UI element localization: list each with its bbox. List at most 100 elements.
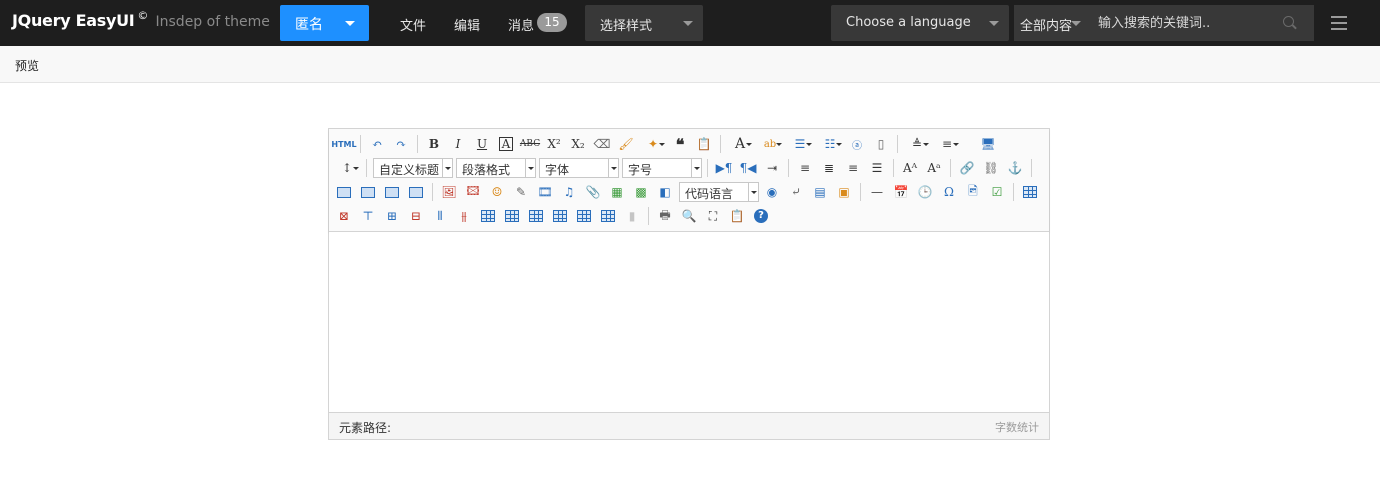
search-replace-icon[interactable]: ⛶ bbox=[703, 206, 723, 226]
paragraph-format-select[interactable]: 段落格式 bbox=[456, 158, 536, 178]
nav-item-edit[interactable]: 编辑 bbox=[454, 15, 480, 34]
template-icon[interactable]: ▤ bbox=[810, 182, 830, 202]
row-spacing-bottom-icon[interactable]: ≡ bbox=[934, 134, 960, 154]
map-icon[interactable]: ▦ bbox=[607, 182, 627, 202]
copyright-mark: © bbox=[137, 9, 149, 22]
anonymous-dropdown-button[interactable]: 匿名 bbox=[280, 5, 369, 41]
preview-icon[interactable]: 🔍 bbox=[679, 206, 699, 226]
clear-document-icon[interactable]: ▯ bbox=[871, 134, 891, 154]
search-input[interactable] bbox=[1090, 5, 1314, 41]
ordered-list-icon[interactable]: ☰ bbox=[787, 134, 813, 154]
split-to-rows-icon[interactable] bbox=[574, 206, 594, 226]
anchor-icon[interactable]: ⚓ bbox=[1005, 158, 1025, 178]
align-center-icon[interactable]: ≣ bbox=[819, 158, 839, 178]
delete-table-icon[interactable]: ⊠ bbox=[334, 206, 354, 226]
tab-preview[interactable]: 预览 bbox=[15, 57, 39, 74]
redo-icon[interactable]: ↷ bbox=[391, 134, 411, 154]
date-icon[interactable]: 📅 bbox=[891, 182, 911, 202]
highlight-color-icon[interactable]: ab bbox=[757, 134, 783, 154]
html-source-button[interactable]: HTML bbox=[331, 134, 356, 154]
superscript-icon[interactable]: X² bbox=[544, 134, 564, 154]
delete-row-icon[interactable]: ⊟ bbox=[406, 206, 426, 226]
bold-icon[interactable]: B bbox=[424, 134, 444, 154]
hamburger-menu-icon[interactable] bbox=[1331, 16, 1347, 30]
indent-icon[interactable]: ⇥ bbox=[762, 158, 782, 178]
merge-cells-icon[interactable] bbox=[478, 206, 498, 226]
unlink-icon[interactable]: ⛓ bbox=[981, 158, 1001, 178]
delete-col-icon[interactable]: ⫵ bbox=[454, 206, 474, 226]
print-icon[interactable]: 🖶 bbox=[655, 206, 675, 226]
web-app-icon[interactable]: ◉ bbox=[762, 182, 782, 202]
direction-rtl-icon[interactable]: ¶◀ bbox=[738, 158, 758, 178]
link-icon[interactable]: 🔗 bbox=[957, 158, 977, 178]
drafts-icon[interactable]: 📋 bbox=[727, 206, 747, 226]
help-icon[interactable]: ? bbox=[751, 206, 771, 226]
eraser-icon[interactable]: ⌫ bbox=[592, 134, 612, 154]
time-icon[interactable]: 🕒 bbox=[915, 182, 935, 202]
image-center-icon[interactable] bbox=[406, 182, 426, 202]
merge-right-icon[interactable] bbox=[502, 206, 522, 226]
toolbar-separator bbox=[897, 135, 898, 153]
align-justify-icon[interactable]: ☰ bbox=[867, 158, 887, 178]
snapscreen-icon[interactable]: ☑ bbox=[987, 182, 1007, 202]
insert-col-icon[interactable]: ⫴ bbox=[430, 206, 450, 226]
image-none-icon[interactable] bbox=[334, 182, 354, 202]
nav-item-messages[interactable]: 消息 bbox=[508, 15, 534, 34]
search-icon[interactable] bbox=[1283, 16, 1294, 27]
image-left-icon[interactable] bbox=[358, 182, 378, 202]
music-icon[interactable]: ♫ bbox=[559, 182, 579, 202]
code-language-select[interactable]: 代码语言 bbox=[679, 182, 759, 202]
blockquote-icon[interactable]: ❝ bbox=[670, 134, 690, 154]
scrawl-icon[interactable]: ✎ bbox=[511, 182, 531, 202]
attachment-icon[interactable]: 📎 bbox=[583, 182, 603, 202]
custom-heading-select[interactable]: 自定义标题 bbox=[373, 158, 453, 178]
direction-ltr-icon[interactable]: ▶¶ bbox=[714, 158, 734, 178]
strikethrough-icon[interactable]: ABC bbox=[520, 134, 540, 154]
horizontal-rule-icon[interactable]: — bbox=[867, 182, 887, 202]
background-icon[interactable]: ▣ bbox=[834, 182, 854, 202]
language-select[interactable]: Choose a language bbox=[831, 5, 1009, 41]
simple-upload-icon[interactable]: 🖼 bbox=[439, 182, 459, 202]
style-select[interactable]: 选择样式 bbox=[585, 5, 703, 41]
google-map-icon[interactable]: ▩ bbox=[631, 182, 651, 202]
font-family-select[interactable]: 字体 bbox=[539, 158, 619, 178]
font-size-select[interactable]: 字号 bbox=[622, 158, 702, 178]
fullscreen-icon[interactable]: 🖥 bbox=[978, 134, 998, 154]
chart-icon[interactable]: ▮ bbox=[622, 206, 642, 226]
paste-plain-icon[interactable]: 📋 bbox=[694, 134, 714, 154]
insert-video-icon[interactable]: 🎞 bbox=[535, 182, 555, 202]
editor-content-area[interactable] bbox=[329, 232, 1049, 412]
image-right-icon[interactable] bbox=[382, 182, 402, 202]
insert-paragraph-before-table-icon[interactable]: ⊤ bbox=[358, 206, 378, 226]
auto-typeset-icon[interactable]: ✦ bbox=[640, 134, 666, 154]
search-scope-select[interactable]: 全部内容 bbox=[1014, 5, 1090, 41]
italic-icon[interactable]: I bbox=[448, 134, 468, 154]
unordered-list-icon[interactable]: ☷ bbox=[817, 134, 843, 154]
row-spacing-top-icon[interactable]: ≜ bbox=[904, 134, 930, 154]
font-color-icon[interactable]: A bbox=[727, 134, 753, 154]
nav-item-file[interactable]: 文件 bbox=[400, 15, 426, 34]
select-all-icon[interactable]: ⓐ bbox=[847, 134, 867, 154]
format-brush-icon[interactable]: 🖌 bbox=[616, 134, 636, 154]
insert-frame-icon[interactable]: ◧ bbox=[655, 182, 675, 202]
merge-down-icon[interactable] bbox=[526, 206, 546, 226]
align-right-icon[interactable]: ≡ bbox=[843, 158, 863, 178]
font-border-icon[interactable]: A bbox=[496, 134, 516, 154]
brand[interactable]: JQuery EasyUI © Insdep of theme bbox=[12, 9, 270, 35]
insert-image-icon[interactable]: 🖾 bbox=[463, 182, 483, 202]
insert-row-icon[interactable]: ⊞ bbox=[382, 206, 402, 226]
split-to-cells-icon[interactable] bbox=[550, 206, 570, 226]
uppercase-icon[interactable]: Aᴬ bbox=[900, 158, 920, 178]
underline-icon[interactable]: U bbox=[472, 134, 492, 154]
align-left-icon[interactable]: ≡ bbox=[795, 158, 815, 178]
page-break-icon[interactable]: ⤶ bbox=[786, 182, 806, 202]
emotion-icon[interactable]: ☺ bbox=[487, 182, 507, 202]
undo-icon[interactable]: ↶ bbox=[367, 134, 387, 154]
line-height-icon[interactable]: ↕ bbox=[334, 158, 360, 178]
subscript-icon[interactable]: X₂ bbox=[568, 134, 588, 154]
split-to-cols-icon[interactable] bbox=[598, 206, 618, 226]
wordimage-icon[interactable]: 🖻 bbox=[963, 182, 983, 202]
special-chars-icon[interactable]: Ω bbox=[939, 182, 959, 202]
insert-table-icon[interactable] bbox=[1020, 182, 1040, 202]
lowercase-icon[interactable]: Aᵃ bbox=[924, 158, 944, 178]
